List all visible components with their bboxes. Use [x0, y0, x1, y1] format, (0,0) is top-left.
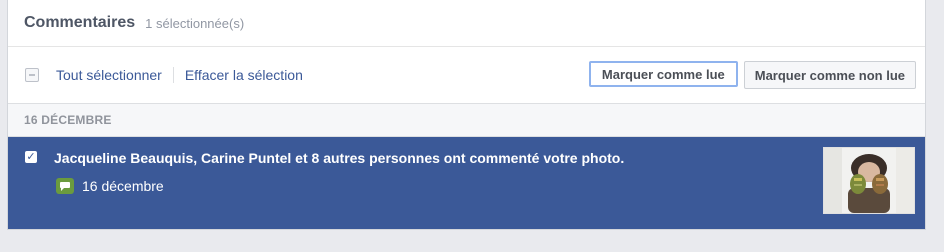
toolbar-divider — [172, 67, 174, 83]
photo-thumbnail-image — [824, 148, 914, 213]
select-all-link[interactable]: Tout sélectionner — [56, 67, 162, 83]
notification-checkbox[interactable]: ✓ — [25, 151, 37, 163]
notification-item[interactable]: ✓ Jacqueline Beauquis, Carine Puntel et … — [8, 137, 925, 229]
notification-meta: 16 décembre — [56, 178, 164, 194]
notification-date: 16 décembre — [82, 178, 164, 194]
date-group-header: 16 DÉCEMBRE — [8, 104, 925, 137]
toolbar-buttons: Marquer comme lue Marquer comme non lue — [588, 61, 916, 89]
comment-icon — [56, 178, 74, 194]
date-group-label: 16 DÉCEMBRE — [24, 113, 112, 127]
selection-toolbar: Tout sélectionner Effacer la sélection M… — [8, 47, 925, 104]
notifications-panel: Commentaires 1 sélectionnée(s) Tout séle… — [8, 0, 925, 229]
panel-header: Commentaires 1 sélectionnée(s) — [8, 0, 925, 47]
page-title: Commentaires — [24, 14, 136, 31]
select-all-checkbox[interactable] — [25, 68, 39, 82]
selected-count: 1 sélectionnée(s) — [145, 15, 245, 31]
photo-thumbnail[interactable] — [823, 147, 915, 214]
clear-selection-link[interactable]: Effacer la sélection — [185, 67, 303, 83]
mark-read-button[interactable]: Marquer comme lue — [588, 61, 738, 87]
notification-text: Jacqueline Beauquis, Carine Puntel et 8 … — [54, 150, 625, 166]
mark-unread-button[interactable]: Marquer comme non lue — [743, 61, 916, 89]
